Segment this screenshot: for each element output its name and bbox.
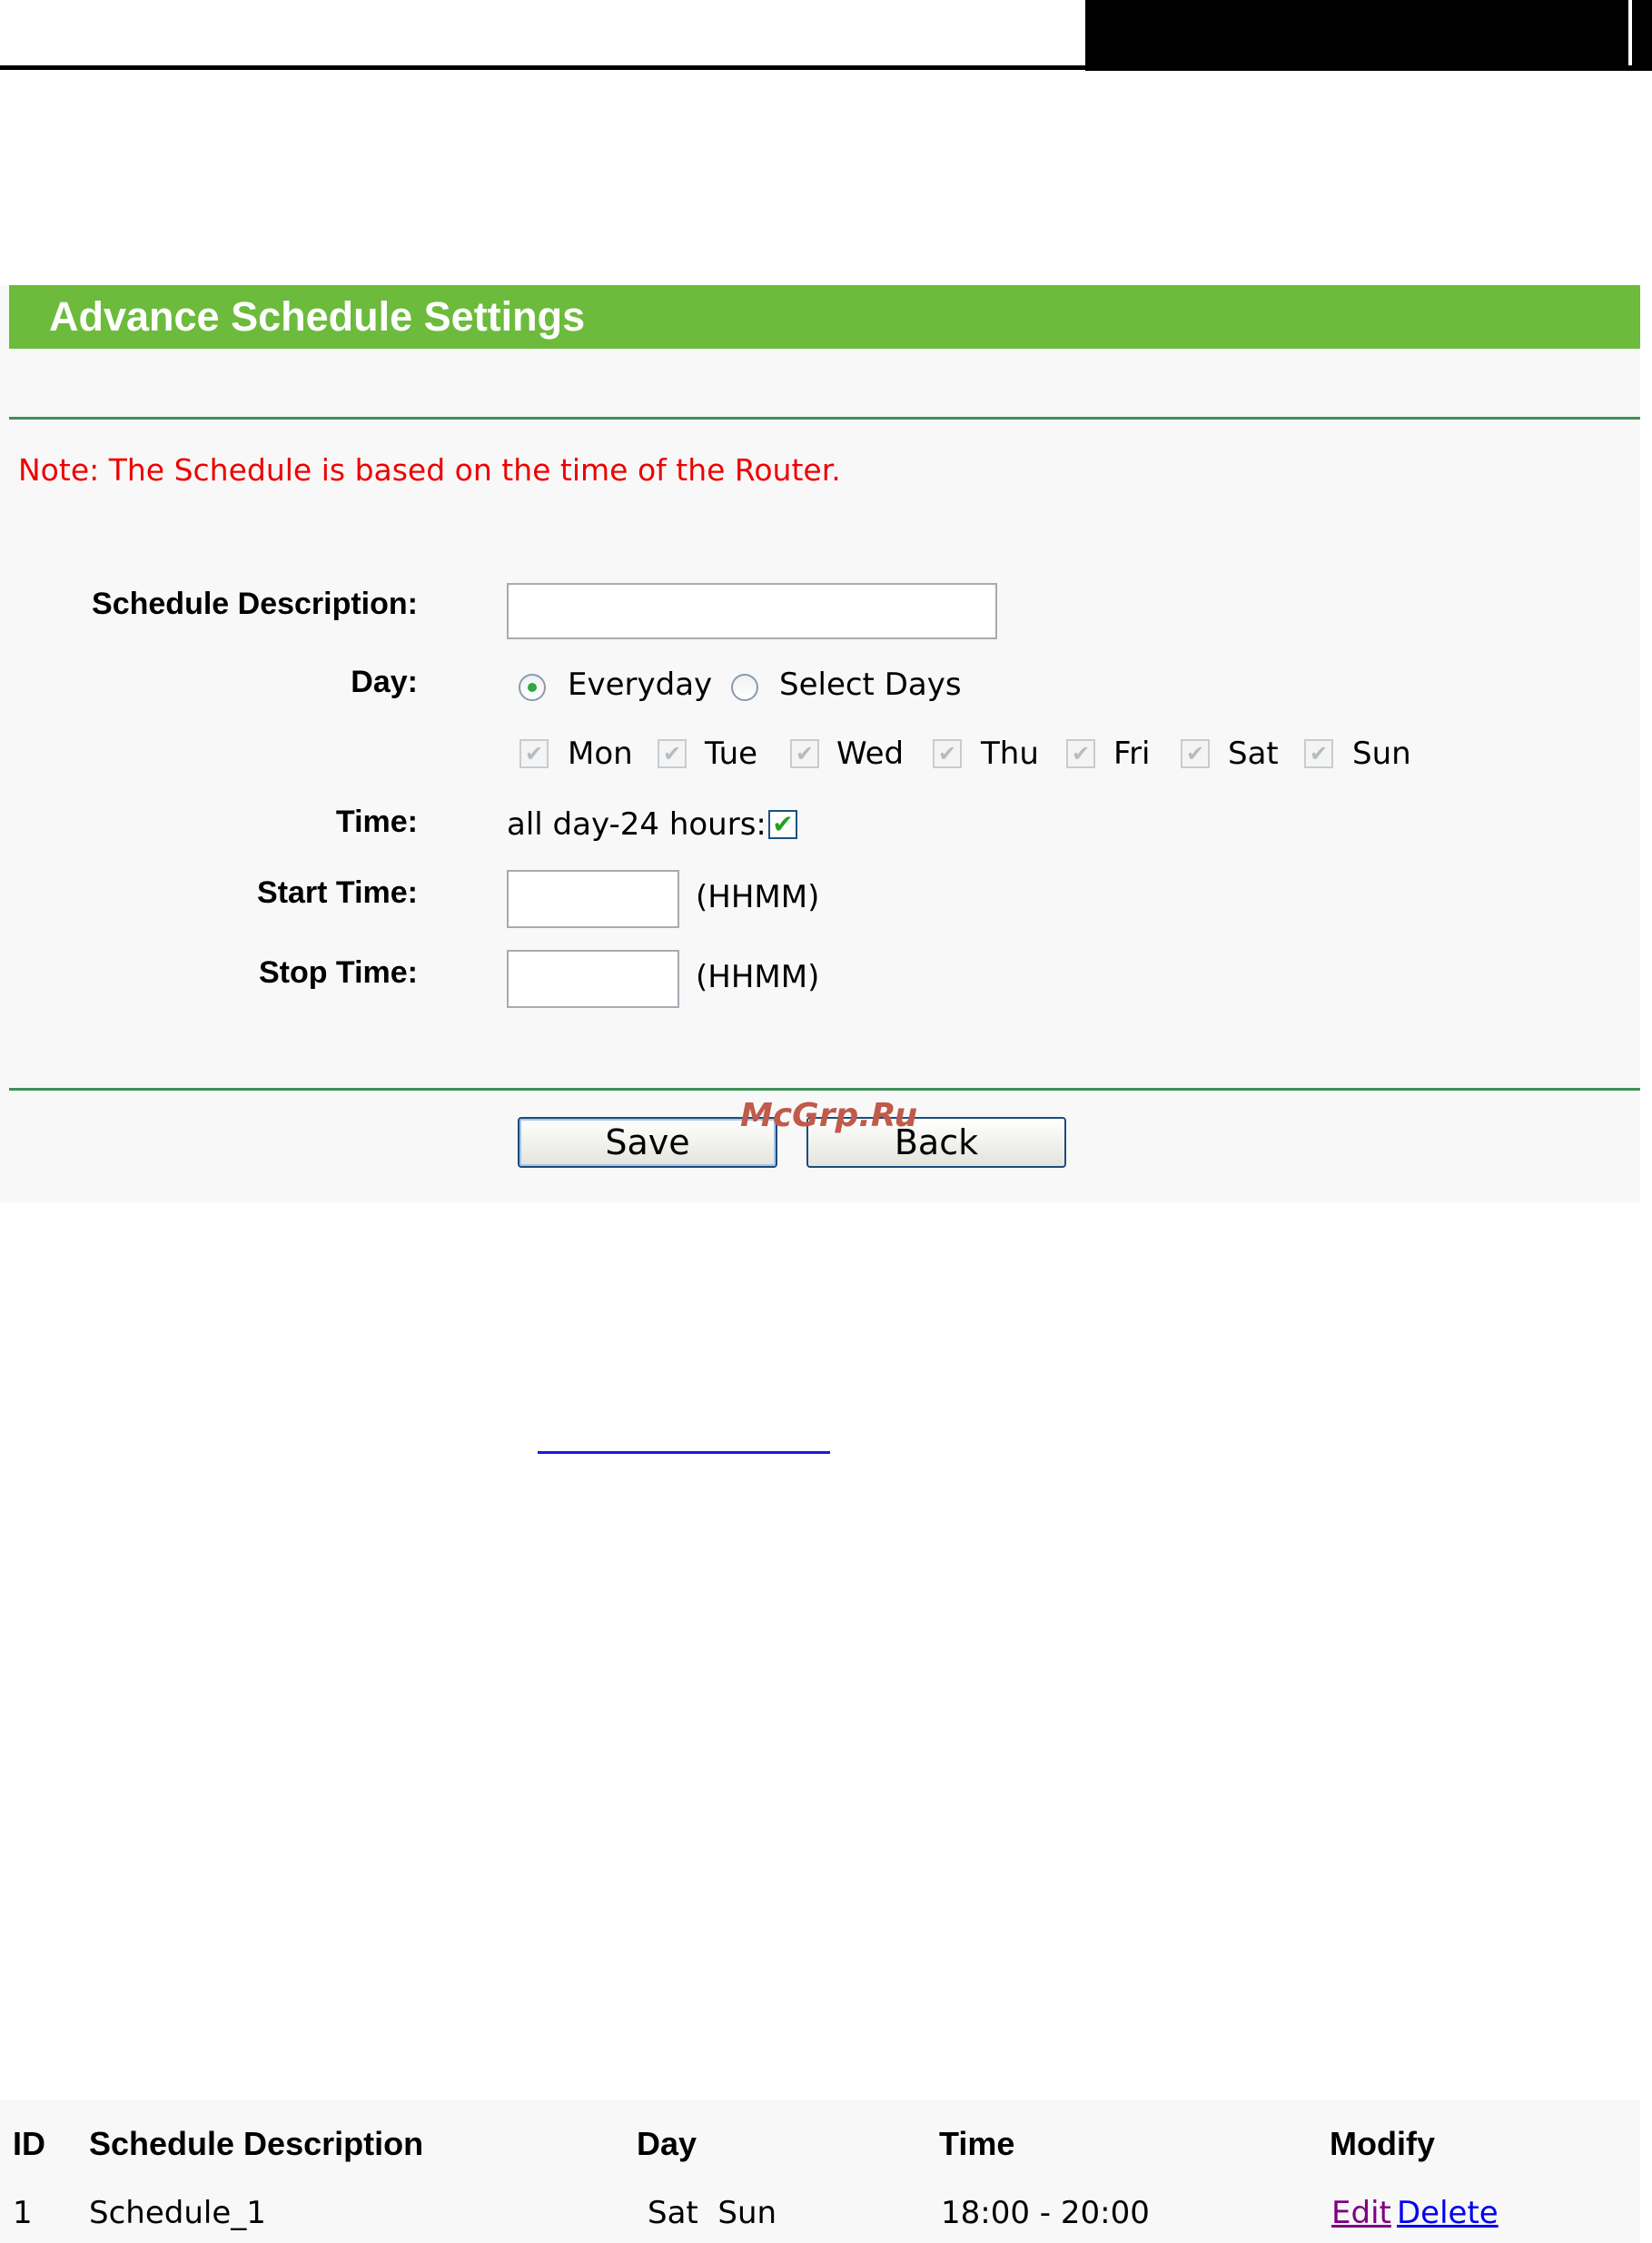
- all-day-checkbox[interactable]: ✔: [768, 810, 797, 839]
- day-checkbox-wed[interactable]: ✔: [790, 739, 819, 768]
- table-cell-day: Sat Sun: [648, 2195, 777, 2231]
- top-black-block: [1085, 0, 1652, 71]
- day-label-sat: Sat: [1228, 736, 1279, 772]
- start-time-label: Start Time:: [257, 875, 418, 910]
- day-checkbox-sun[interactable]: ✔: [1304, 739, 1333, 768]
- save-button[interactable]: Save: [518, 1117, 777, 1168]
- top-rule: [0, 65, 1085, 70]
- day-checkbox-tue[interactable]: ✔: [658, 739, 687, 768]
- day-checkbox-fri[interactable]: ✔: [1066, 739, 1095, 768]
- stop-time-input[interactable]: [507, 950, 679, 1008]
- table-header-id: ID: [13, 2125, 45, 2162]
- day-label-sun: Sun: [1352, 736, 1411, 772]
- table-cell-description: Schedule_1: [89, 2195, 266, 2231]
- underline-link-mark: [538, 1451, 830, 1454]
- table-header-day: Day: [637, 2125, 697, 2162]
- table-header-time: Time: [939, 2125, 1015, 2162]
- divider-bottom: [9, 1088, 1640, 1091]
- everyday-label: Everyday: [568, 667, 713, 703]
- schedule-settings-panel: Advance Schedule Settings Note: The Sche…: [0, 285, 1640, 1202]
- delete-link[interactable]: Delete: [1397, 2195, 1499, 2231]
- day-checkbox-thu[interactable]: ✔: [933, 739, 962, 768]
- table-cell-time: 18:00 - 20:00: [941, 2195, 1150, 2231]
- page-title: Advance Schedule Settings: [9, 285, 1640, 349]
- radio-selected-dot: [528, 683, 537, 692]
- table-header-modify: Modify: [1330, 2125, 1435, 2162]
- day-checkbox-sat[interactable]: ✔: [1181, 739, 1210, 768]
- day-label: Day:: [351, 665, 418, 699]
- table-header-description: Schedule Description: [89, 2125, 424, 2162]
- start-time-format-hint: (HHMM): [696, 879, 820, 915]
- start-time-input[interactable]: [507, 870, 679, 928]
- edit-link[interactable]: Edit: [1331, 2195, 1391, 2231]
- day-label-thu: Thu: [981, 736, 1039, 772]
- day-label-mon: Mon: [568, 736, 633, 772]
- stop-time-format-hint: (HHMM): [696, 959, 820, 995]
- select-days-label: Select Days: [779, 667, 962, 703]
- day-checkbox-mon[interactable]: ✔: [519, 739, 549, 768]
- divider-top: [9, 417, 1640, 420]
- schedule-description-label: Schedule Description:: [92, 587, 418, 621]
- day-label-wed: Wed: [836, 736, 905, 772]
- day-label-tue: Tue: [705, 736, 758, 772]
- all-day-label: all day-24 hours:: [507, 806, 767, 843]
- watermark: McGrp.Ru: [740, 1097, 918, 1134]
- top-block-notch: [1628, 0, 1632, 65]
- day-label-fri: Fri: [1113, 736, 1151, 772]
- schedule-description-input[interactable]: [507, 583, 997, 639]
- everyday-radio[interactable]: [519, 674, 546, 701]
- schedule-note: Note: The Schedule is based on the time …: [18, 452, 841, 488]
- select-days-radio[interactable]: [731, 674, 758, 701]
- time-label: Time:: [335, 805, 418, 839]
- stop-time-label: Stop Time:: [258, 955, 418, 990]
- table-cell-id: 1: [13, 2195, 33, 2231]
